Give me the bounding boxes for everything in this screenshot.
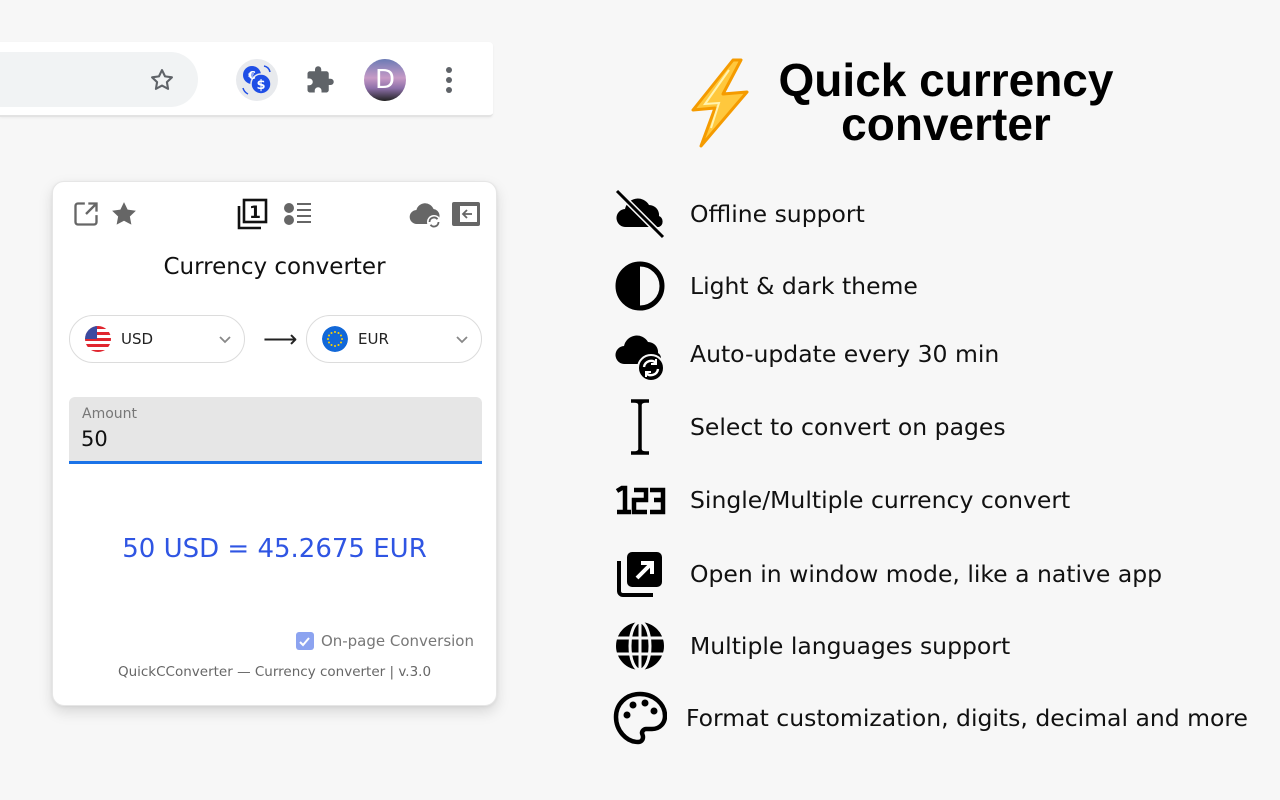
feature-text: Light & dark theme <box>690 272 918 300</box>
onpage-conversion-toggle[interactable]: On-page Conversion <box>295 632 474 650</box>
feature-item: Open in window mode, like a native app <box>612 546 1162 602</box>
promo-title-line1: Quick currency <box>778 54 1114 106</box>
single-mode-icon: 1 <box>237 198 268 230</box>
single-mode-button[interactable]: 1 <box>236 197 270 231</box>
converter-popup: 1 Currency converter USD ⟶ EUR Amount 50… <box>52 181 497 706</box>
feature-item: Auto-update every 30 min <box>612 326 999 382</box>
collapse-panel-icon <box>452 202 480 226</box>
feature-text: Format customization, digits, decimal an… <box>686 704 1249 732</box>
star-outline-icon[interactable] <box>148 66 176 94</box>
numbers-123-icon <box>615 485 666 515</box>
browser-menu-button[interactable] <box>428 59 470 101</box>
amount-label: Amount <box>82 406 138 422</box>
popup-footer: QuickCConverter — Currency converter | v… <box>117 664 432 680</box>
more-vert-icon <box>446 67 452 93</box>
feature-item: Multiple languages support <box>612 618 1010 674</box>
direction-arrow: ⟶ <box>263 325 298 353</box>
onpage-conversion-checkbox[interactable] <box>295 632 314 650</box>
chevron-down-icon <box>219 336 231 344</box>
from-currency-select[interactable]: USD <box>69 315 245 363</box>
profile-avatar[interactable]: D <box>364 59 406 101</box>
cloud-sync-icon <box>615 335 665 382</box>
star-icon <box>112 202 136 225</box>
favorite-button[interactable] <box>109 199 139 229</box>
collapse-button[interactable] <box>451 200 481 228</box>
amount-field[interactable]: Amount <box>69 397 482 464</box>
onpage-conversion-label: On-page Conversion <box>320 632 474 650</box>
feature-item: Single/Multiple currency convert <box>612 472 1070 528</box>
promo-title: Quick currency converter <box>760 54 1132 150</box>
profile-initial: D <box>374 65 396 95</box>
feature-item: Offline support <box>612 186 865 242</box>
open-in-window-button[interactable] <box>71 199 101 229</box>
feature-text: Offline support <box>690 200 865 228</box>
feature-item: Format customization, digits, decimal an… <box>612 690 1248 746</box>
cloud-off-icon <box>614 188 666 240</box>
address-bar[interactable] <box>0 52 198 107</box>
feature-item: Light & dark theme <box>612 258 918 314</box>
sync-rates-button[interactable] <box>409 200 443 230</box>
svg-text:1: 1 <box>249 203 261 223</box>
feature-text: Multiple languages support <box>690 632 1011 660</box>
feature-text: Auto-update every 30 min <box>690 340 1000 368</box>
currency-extension-button[interactable]: € $ <box>236 59 278 101</box>
conversion-result: 50 USD = 45.2675 EUR <box>122 534 427 564</box>
open-in-window-icon <box>617 552 662 597</box>
eu-flag-icon <box>322 326 348 352</box>
globe-icon <box>616 620 664 672</box>
amount-input[interactable] <box>81 425 461 453</box>
popup-title: Currency converter <box>163 254 386 280</box>
svg-text:$: $ <box>256 78 265 93</box>
text-cursor-icon <box>631 399 649 455</box>
currency-exchange-icon: € $ <box>242 65 272 95</box>
browser-toolbar: € $ D <box>0 42 493 117</box>
multi-mode-button[interactable] <box>282 199 314 229</box>
lightning-bolt-icon <box>691 58 749 148</box>
feature-text: Open in window mode, like a native app <box>690 560 1163 588</box>
extensions-button[interactable] <box>299 59 341 101</box>
to-currency-code: EUR <box>358 330 389 348</box>
feature-text: Single/Multiple currency convert <box>690 486 1071 514</box>
puzzle-icon <box>307 66 334 93</box>
check-icon <box>299 636 311 646</box>
feature-item: Select to convert on pages <box>612 399 1006 455</box>
palette-icon <box>613 691 667 745</box>
open-external-icon <box>74 202 98 226</box>
to-currency-select[interactable]: EUR <box>306 315 482 363</box>
svg-text:€: € <box>247 69 256 82</box>
promo-title-line2: converter <box>841 98 1051 150</box>
us-flag-icon <box>85 326 111 352</box>
cloud-sync-icon <box>409 203 441 229</box>
contrast-icon <box>615 261 665 311</box>
from-currency-code: USD <box>121 330 154 348</box>
feature-text: Select to convert on pages <box>690 413 1006 441</box>
chevron-down-icon <box>456 336 468 344</box>
multi-list-icon <box>284 203 311 225</box>
